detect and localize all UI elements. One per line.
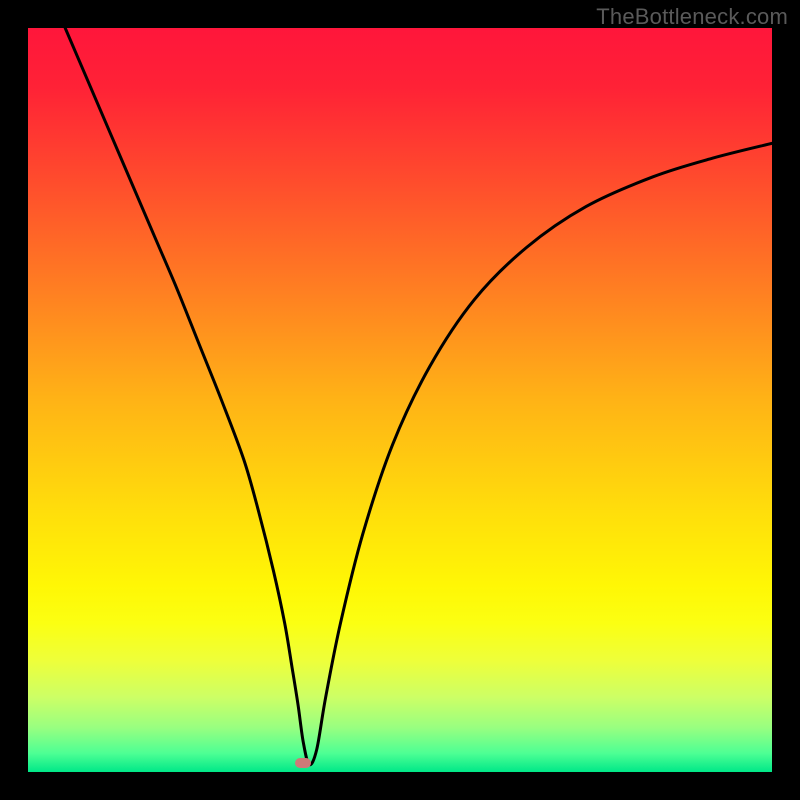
bottleneck-curve <box>65 28 772 765</box>
chart-curve-layer <box>28 28 772 772</box>
chart-frame <box>28 28 772 772</box>
watermark-text: TheBottleneck.com <box>596 4 788 30</box>
optimal-marker <box>295 758 311 768</box>
